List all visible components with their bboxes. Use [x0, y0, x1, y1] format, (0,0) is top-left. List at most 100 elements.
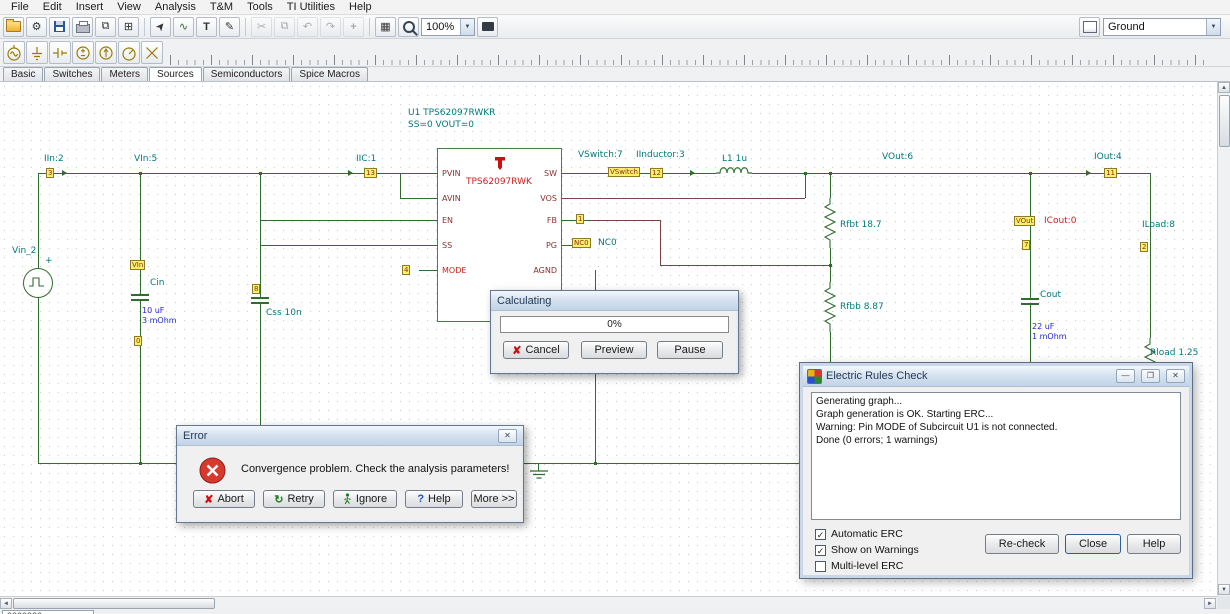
chevron-down-icon[interactable]: ▼ — [1206, 18, 1220, 35]
component-label-rfbb[interactable]: Rfbb 8.87 — [840, 302, 884, 312]
voltage-generator-button[interactable] — [3, 41, 25, 64]
abort-button[interactable]: ✘ Abort — [193, 490, 255, 508]
menu-file[interactable]: File — [4, 0, 36, 14]
battery-button[interactable] — [49, 41, 71, 64]
net-label-vout6[interactable]: VOut:6 — [882, 152, 913, 162]
wire-segment[interactable] — [140, 173, 141, 294]
meter-button[interactable] — [118, 41, 140, 64]
testpoint-tag[interactable]: 8 — [252, 284, 261, 294]
testpoint-tag[interactable]: 7 — [1022, 240, 1031, 250]
checkbox-icon[interactable]: ✓ — [815, 528, 826, 540]
wire-segment[interactable] — [1150, 173, 1151, 338]
capacitor-css[interactable] — [251, 297, 269, 299]
component-label-l1[interactable]: L1 1u — [722, 154, 747, 164]
testpoint-tag-vswitch[interactable]: VSwitch — [608, 167, 640, 177]
wire-segment[interactable] — [1030, 173, 1031, 298]
copy-button[interactable]: ⧉ — [274, 16, 295, 37]
menu-edit[interactable]: Edit — [36, 0, 69, 14]
horizontal-scrollbar[interactable]: ◄ ► — [0, 596, 1217, 609]
close-button[interactable]: Close — [1065, 534, 1121, 554]
component-label-cout[interactable]: Cout — [1040, 290, 1061, 300]
wire-segment[interactable] — [38, 173, 437, 174]
coordinate-spinbox[interactable]: 0000000 — [2, 610, 94, 614]
more-button[interactable]: More >> — [471, 490, 517, 508]
tab-semiconductors[interactable]: Semiconductors — [202, 67, 291, 81]
calculating-titlebar[interactable]: Calculating — [491, 291, 738, 311]
menu-tm[interactable]: T&M — [203, 0, 240, 14]
redo-button[interactable]: ↷ — [320, 16, 341, 37]
current-source-button[interactable] — [95, 41, 117, 64]
undo-button[interactable]: ↶ — [297, 16, 318, 37]
wire-segment[interactable] — [260, 173, 261, 297]
cancel-button[interactable]: ✘ Cancel — [503, 341, 569, 359]
close-icon[interactable]: ✕ — [498, 428, 517, 443]
ic-title-label[interactable]: U1 TPS62097RWKR — [408, 108, 495, 118]
wire-segment[interactable] — [592, 220, 660, 221]
ground-symbol[interactable] — [529, 470, 549, 480]
menu-view[interactable]: View — [110, 0, 148, 14]
net-label-iin[interactable]: IIn:2 — [44, 154, 64, 164]
capacitor-css[interactable] — [251, 302, 269, 304]
checkbox-icon[interactable]: ✓ — [815, 544, 826, 556]
net-label-iinductor[interactable]: IInductor:3 — [636, 150, 685, 160]
paste-button[interactable]: ⊞ — [118, 16, 139, 37]
ground-combo[interactable]: Ground ▼ — [1103, 17, 1221, 36]
capacitor-cout[interactable] — [1021, 303, 1039, 305]
copy-window-button[interactable]: ⧉ — [95, 16, 116, 37]
wire-segment[interactable] — [560, 198, 805, 199]
voltage-source-button[interactable] — [72, 41, 94, 64]
open-file-button[interactable] — [3, 16, 24, 37]
tab-meters[interactable]: Meters — [101, 67, 149, 81]
testpoint-tag[interactable]: 4 — [402, 265, 411, 275]
ground-button[interactable] — [26, 41, 48, 64]
preview-button[interactable]: Preview — [581, 341, 647, 359]
testpoint-tag[interactable]: 3 — [46, 168, 55, 178]
crosshair-button[interactable]: + — [343, 16, 364, 37]
capacitor-cout[interactable] — [1021, 298, 1039, 300]
testpoint-tag[interactable]: 11 — [1104, 168, 1117, 178]
text-tool-button[interactable]: T — [196, 16, 217, 37]
value-label-cout2[interactable]: 1 mOhm — [1032, 332, 1067, 341]
settings-button[interactable]: ⚙ — [26, 16, 47, 37]
scroll-down-button[interactable]: ▼ — [1218, 584, 1230, 595]
tab-spice-macros[interactable]: Spice Macros — [291, 67, 368, 81]
capacitor-cin[interactable] — [131, 299, 149, 301]
retry-button[interactable]: ↻ Retry — [263, 490, 325, 508]
wire-segment[interactable] — [400, 173, 401, 198]
value-label-cout1[interactable]: 22 uF — [1032, 322, 1054, 331]
chevron-down-icon[interactable]: ▼ — [460, 18, 474, 35]
jumper-button[interactable] — [141, 41, 163, 64]
net-label-vin5[interactable]: VIn:5 — [134, 154, 157, 164]
minimize-button[interactable]: — — [1116, 369, 1135, 383]
print-button[interactable] — [72, 16, 93, 37]
close-icon[interactable]: ✕ — [1166, 369, 1185, 383]
voltage-source-vin2[interactable] — [23, 268, 53, 298]
zoom-button[interactable] — [398, 16, 419, 37]
wire-segment[interactable] — [38, 298, 39, 463]
cut-button[interactable]: ✂ — [251, 16, 272, 37]
ic-subtitle-label[interactable]: SS=0 VOUT=0 — [408, 120, 474, 130]
wire-segment[interactable] — [830, 173, 831, 198]
automatic-erc-checkbox[interactable]: ✓ Automatic ERC — [815, 528, 903, 540]
pencil-tool-button[interactable]: ✎ — [219, 16, 240, 37]
value-label-cin1[interactable]: 10 uF — [142, 306, 164, 315]
wire-segment[interactable] — [260, 220, 437, 221]
wire-segment[interactable] — [660, 265, 830, 266]
component-label-cin[interactable]: Cin — [150, 278, 165, 288]
horizontal-scroll-thumb[interactable] — [13, 598, 215, 609]
testpoint-tag[interactable]: 0 — [134, 336, 143, 346]
capacitor-cin[interactable] — [131, 294, 149, 296]
show-on-warnings-checkbox[interactable]: ✓ Show on Warnings — [815, 544, 919, 556]
menu-insert[interactable]: Insert — [69, 0, 111, 14]
testpoint-tag-vin[interactable]: VIn — [130, 260, 146, 270]
menu-help[interactable]: Help — [342, 0, 379, 14]
wire-segment[interactable] — [38, 173, 39, 268]
help-button[interactable]: ? Help — [405, 490, 463, 508]
tab-switches[interactable]: Switches — [44, 67, 101, 81]
multi-level-erc-checkbox[interactable]: Multi-level ERC — [815, 560, 903, 572]
testpoint-tag-nc0[interactable]: NC0 — [572, 238, 591, 248]
select-cursor-button[interactable]: ➤ — [150, 16, 171, 37]
wire-tool-button[interactable]: ∿ — [173, 16, 194, 37]
net-label-iout[interactable]: IOut:4 — [1094, 152, 1122, 162]
erc-titlebar[interactable]: Electric Rules Check — ❐ ✕ — [803, 366, 1189, 387]
